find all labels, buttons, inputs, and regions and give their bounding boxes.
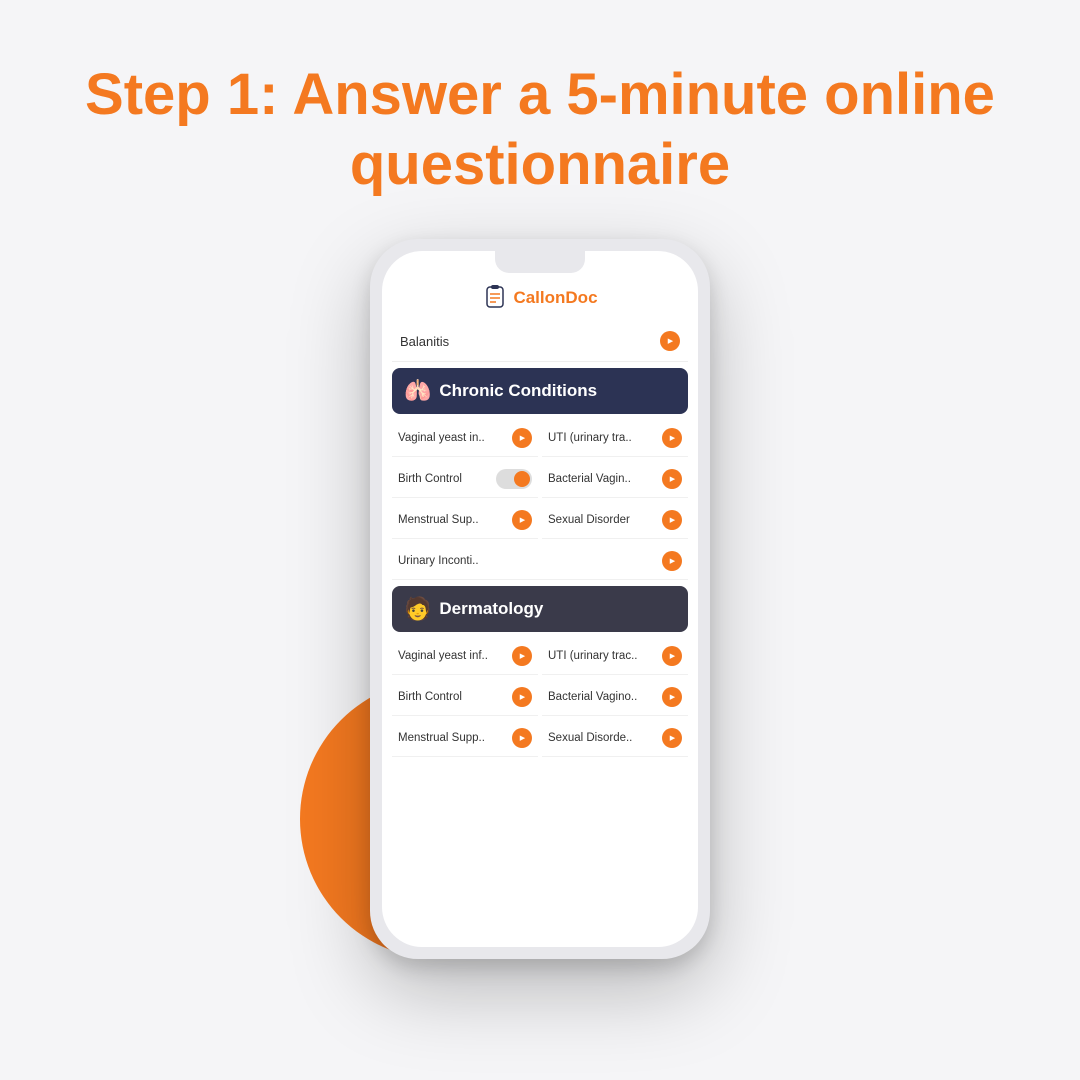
urinary-inconti-arrow[interactable] xyxy=(662,551,682,571)
derm-row-3: Menstrual Supp.. Sexual Disorde.. xyxy=(392,720,688,757)
derm-menstrual-item[interactable]: Menstrual Supp.. xyxy=(392,720,538,757)
derm-row-1: Vaginal yeast inf.. UTI (urinary trac.. xyxy=(392,638,688,675)
phone-frame: CallonDoc Balanitis 🫁 Chronic Conditions… xyxy=(370,239,710,959)
chronic-icon: 🫁 xyxy=(404,378,431,404)
logo-text: CallonDoc xyxy=(513,288,597,308)
logo-icon xyxy=(482,285,508,311)
title-rest: Answer a 5-minute online questionnaire xyxy=(278,62,995,197)
phone-content: Balanitis 🫁 Chronic Conditions Vaginal y… xyxy=(382,321,698,947)
menstrual-item[interactable]: Menstrual Sup.. xyxy=(392,502,538,539)
birth-control-item[interactable]: Birth Control xyxy=(392,461,538,498)
derm-sexual-item[interactable]: Sexual Disorde.. xyxy=(542,720,688,757)
balanitis-row[interactable]: Balanitis xyxy=(392,321,688,362)
derm-uti-arrow[interactable] xyxy=(662,646,682,666)
chronic-row-2: Birth Control Bacterial Vagin.. xyxy=(392,461,688,498)
dermatology-header: 🧑 Dermatology xyxy=(392,586,688,632)
phone-notch xyxy=(495,251,585,273)
derm-sexual-arrow[interactable] xyxy=(662,728,682,748)
derm-menstrual-arrow[interactable] xyxy=(512,728,532,748)
birth-control-label: Birth Control xyxy=(398,473,492,485)
page-header: Step 1: Answer a 5-minute online questio… xyxy=(0,60,1080,199)
chronic-conditions-header: 🫁 Chronic Conditions xyxy=(392,368,688,414)
derm-sexual-label: Sexual Disorde.. xyxy=(548,732,662,744)
chronic-title: Chronic Conditions xyxy=(439,381,597,401)
birth-control-toggle[interactable] xyxy=(496,469,532,489)
step-label: Step 1: xyxy=(85,62,278,127)
bacterial-vagin-label: Bacterial Vagin.. xyxy=(548,473,662,485)
logo-name-end: Doc xyxy=(565,288,597,307)
bacterial-vagin-arrow[interactable] xyxy=(662,469,682,489)
app-logo: CallonDoc xyxy=(382,279,698,321)
chronic-row-1: Vaginal yeast in.. UTI (urinary tra.. xyxy=(392,420,688,457)
urinary-inconti-label: Urinary Inconti.. xyxy=(398,555,662,567)
balanitis-label: Balanitis xyxy=(400,334,449,349)
derm-bacterial-arrow[interactable] xyxy=(662,687,682,707)
derm-bacterial-item[interactable]: Bacterial Vagino.. xyxy=(542,679,688,716)
sexual-disorder-arrow[interactable] xyxy=(662,510,682,530)
vaginal-yeast-label: Vaginal yeast in.. xyxy=(398,432,512,444)
uti-item[interactable]: UTI (urinary tra.. xyxy=(542,420,688,457)
derm-icon: 🧑 xyxy=(404,596,431,622)
derm-uti-item[interactable]: UTI (urinary trac.. xyxy=(542,638,688,675)
balanitis-arrow[interactable] xyxy=(660,331,680,351)
derm-birth-control-item[interactable]: Birth Control xyxy=(392,679,538,716)
vaginal-yeast-arrow[interactable] xyxy=(512,428,532,448)
uti-arrow[interactable] xyxy=(662,428,682,448)
phone-screen: CallonDoc Balanitis 🫁 Chronic Conditions… xyxy=(382,251,698,947)
derm-row-2: Birth Control Bacterial Vagino.. xyxy=(392,679,688,716)
uti-label: UTI (urinary tra.. xyxy=(548,432,662,444)
derm-birth-control-arrow[interactable] xyxy=(512,687,532,707)
sexual-disorder-item[interactable]: Sexual Disorder xyxy=(542,502,688,539)
sexual-disorder-label: Sexual Disorder xyxy=(548,514,662,526)
derm-vaginal-arrow[interactable] xyxy=(512,646,532,666)
scene-container: CallonDoc Balanitis 🫁 Chronic Conditions… xyxy=(330,239,750,989)
derm-title: Dermatology xyxy=(439,599,543,619)
logo-name-start: Callon xyxy=(513,288,565,307)
menstrual-label: Menstrual Sup.. xyxy=(398,514,512,526)
menstrual-arrow[interactable] xyxy=(512,510,532,530)
page-title: Step 1: Answer a 5-minute online questio… xyxy=(0,60,1080,199)
vaginal-yeast-item[interactable]: Vaginal yeast in.. xyxy=(392,420,538,457)
urinary-inconti-item[interactable]: Urinary Inconti.. xyxy=(392,543,688,580)
chronic-row-3: Menstrual Sup.. Sexual Disorder xyxy=(392,502,688,539)
derm-vaginal-item[interactable]: Vaginal yeast inf.. xyxy=(392,638,538,675)
derm-vaginal-label: Vaginal yeast inf.. xyxy=(398,650,512,662)
derm-uti-label: UTI (urinary trac.. xyxy=(548,650,662,662)
derm-bacterial-label: Bacterial Vagino.. xyxy=(548,691,662,703)
derm-menstrual-label: Menstrual Supp.. xyxy=(398,732,512,744)
derm-birth-control-label: Birth Control xyxy=(398,691,512,703)
bacterial-vagin-item[interactable]: Bacterial Vagin.. xyxy=(542,461,688,498)
